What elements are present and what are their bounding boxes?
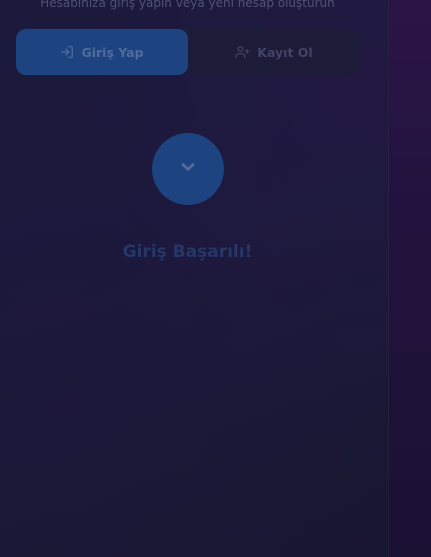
login-icon bbox=[60, 45, 74, 59]
side-strip bbox=[389, 0, 431, 557]
tab-login[interactable]: Giriş Yap bbox=[16, 29, 188, 75]
auth-tabs: Giriş Yap Kayıt Ol bbox=[16, 29, 360, 75]
tab-register-label: Kayıt Ol bbox=[257, 44, 313, 60]
user-plus-icon bbox=[235, 45, 250, 59]
tab-register[interactable]: Kayıt Ol bbox=[188, 29, 360, 75]
auth-subtitle: Hesabınıza giriş yapın veya yeni hesap o… bbox=[40, 0, 335, 10]
success-indicator bbox=[152, 133, 224, 205]
success-message: Giriş Başarılı! bbox=[122, 242, 253, 262]
tab-login-label: Giriş Yap bbox=[81, 44, 144, 60]
auth-panel: Hesabınıza giriş yapın veya yeni hesap o… bbox=[0, 0, 389, 557]
chevron-down-icon bbox=[178, 157, 198, 181]
